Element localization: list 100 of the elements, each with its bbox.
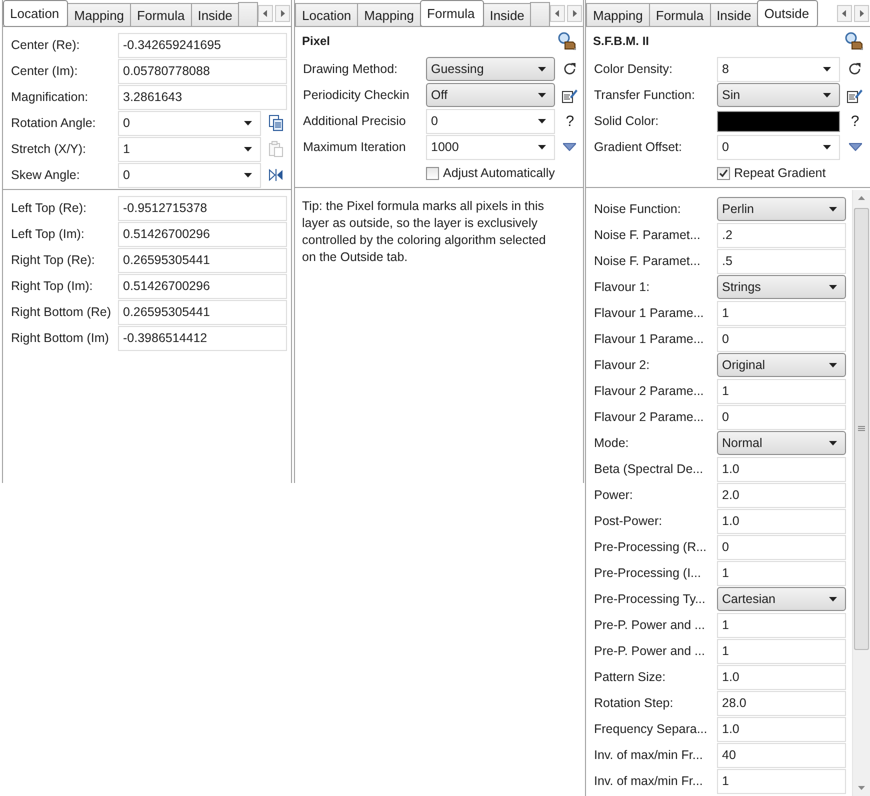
text-field[interactable]: 0	[717, 534, 846, 560]
dropdown[interactable]: Perlin	[717, 197, 846, 221]
field-label: Rotation Angle:	[10, 116, 97, 130]
help-button[interactable]: ?	[850, 112, 860, 130]
scroll-left-button[interactable]	[837, 5, 852, 22]
field-label: Post-Power:	[593, 514, 664, 528]
tab[interactable]: Mapping	[67, 3, 132, 26]
field-label: Gradient Offset:	[593, 140, 684, 154]
dropdown[interactable]: Original	[717, 353, 846, 377]
caret-icon	[823, 144, 831, 150]
down-arrow-icon[interactable]	[858, 786, 865, 790]
scroll-left-button[interactable]	[550, 5, 566, 22]
text-field[interactable]: -0.3986514412	[118, 326, 287, 350]
dropdown[interactable]: Strings	[717, 275, 846, 299]
flip-icon[interactable]	[269, 169, 283, 181]
text-field[interactable]: 1	[717, 638, 846, 664]
text-field[interactable]: 0.51426700296	[118, 222, 287, 246]
combo-box[interactable]: 0	[426, 108, 555, 134]
edit-document-icon[interactable]	[562, 88, 578, 102]
text-field[interactable]: 40	[717, 742, 846, 768]
field-label: Maximum Iteration	[302, 140, 407, 154]
dropdown[interactable]: Off	[426, 83, 555, 107]
up-arrow-icon[interactable]	[858, 196, 865, 200]
tab[interactable]: Mapping	[586, 3, 650, 26]
dropdown[interactable]: Guessing	[426, 57, 555, 81]
tab[interactable]: Outside	[757, 0, 818, 27]
field-label: Pattern Size:	[593, 670, 667, 684]
field-label: Left Top (Im):	[10, 227, 86, 241]
text-field[interactable]: 1.0	[717, 456, 846, 482]
field-label: Flavour 2 Parame...	[593, 384, 705, 398]
left-arrow-icon	[555, 10, 560, 17]
left-arrow-icon	[842, 10, 847, 17]
scroll-left-button[interactable]	[258, 5, 274, 22]
section-heading: Pixel	[302, 34, 330, 48]
copy-icon[interactable]	[269, 115, 283, 131]
text-field[interactable]: 1.0	[717, 664, 846, 690]
tab[interactable]: Inside	[482, 3, 532, 26]
dropdown-arrow-icon[interactable]	[848, 143, 862, 151]
combo-box[interactable]: 8	[717, 56, 840, 82]
text-field[interactable]: 0.26595305441	[118, 300, 287, 324]
text-field[interactable]: 1.0	[717, 508, 846, 534]
field-label: Flavour 2 Parame...	[593, 410, 705, 424]
text-field[interactable]: -0.9512715378	[118, 196, 287, 220]
checkbox[interactable]: Adjust Automatically	[426, 166, 555, 180]
caret-icon	[538, 144, 546, 150]
text-field[interactable]: 0	[717, 404, 846, 430]
text-field[interactable]: 3.2861643	[118, 84, 287, 110]
refresh-icon[interactable]	[848, 62, 862, 76]
combo-box[interactable]: 1	[118, 136, 261, 162]
text-field[interactable]: 0.26595305441	[118, 248, 287, 272]
left-arrow-icon	[263, 10, 268, 17]
text-field[interactable]: 0.51426700296	[118, 274, 287, 298]
caret-icon	[244, 146, 252, 152]
caret-icon	[538, 66, 546, 72]
text-field[interactable]: 1	[717, 560, 846, 586]
checkbox[interactable]: Repeat Gradient	[717, 166, 840, 180]
edit-document-icon[interactable]	[847, 88, 863, 102]
tab[interactable]: Formula	[420, 0, 484, 27]
text-field[interactable]: .5	[717, 248, 846, 274]
text-field[interactable]: 2.0	[717, 482, 846, 508]
text-field[interactable]: 1	[717, 300, 846, 326]
combo-box[interactable]: 0	[118, 110, 261, 136]
combo-box[interactable]: 0	[717, 134, 840, 160]
caret-icon	[244, 172, 252, 178]
scroll-right-button[interactable]	[854, 5, 869, 22]
combo-box[interactable]: 1000	[426, 134, 555, 160]
scroll-right-button[interactable]	[567, 5, 582, 22]
tab[interactable]: Location	[295, 3, 358, 26]
field-label: Pre-Processing Ty...	[593, 592, 706, 606]
scroll-right-button[interactable]	[275, 5, 290, 22]
field-label: Color Density:	[593, 62, 674, 76]
scrollbar[interactable]	[852, 190, 870, 796]
tab[interactable]: Formula	[130, 3, 192, 26]
combo-box[interactable]: 0	[118, 162, 261, 188]
tab[interactable]: Formula	[648, 3, 711, 26]
field-label: Right Top (Im):	[10, 279, 94, 293]
magnifier-folder-icon[interactable]	[557, 31, 577, 51]
dropdown[interactable]: Sin	[717, 83, 840, 107]
tab[interactable]: Location	[3, 0, 68, 27]
dropdown[interactable]: Normal	[717, 431, 846, 455]
dropdown-arrow-icon[interactable]	[563, 143, 576, 151]
text-field[interactable]: 1	[717, 768, 846, 794]
refresh-icon[interactable]	[562, 62, 577, 76]
help-button[interactable]: ?	[566, 112, 574, 130]
checkmark-icon	[719, 168, 728, 178]
color-swatch[interactable]	[717, 110, 840, 132]
tab[interactable]: Mapping	[357, 3, 422, 26]
text-field[interactable]: 0.05780778088	[118, 58, 287, 84]
text-field[interactable]: -0.342659241695	[118, 32, 287, 58]
dropdown[interactable]: Cartesian	[717, 587, 846, 611]
magnifier-folder-icon[interactable]	[844, 31, 864, 51]
text-field[interactable]: 0	[717, 326, 846, 352]
text-field[interactable]: 1	[717, 378, 846, 404]
tab[interactable]: Inside	[710, 3, 758, 26]
caret-icon	[538, 92, 546, 98]
tab[interactable]: Inside	[190, 3, 240, 26]
text-field[interactable]: .2	[717, 222, 846, 248]
text-field[interactable]: 1.0	[717, 716, 846, 742]
text-field[interactable]: 28.0	[717, 690, 846, 716]
text-field[interactable]: 1	[717, 612, 846, 638]
